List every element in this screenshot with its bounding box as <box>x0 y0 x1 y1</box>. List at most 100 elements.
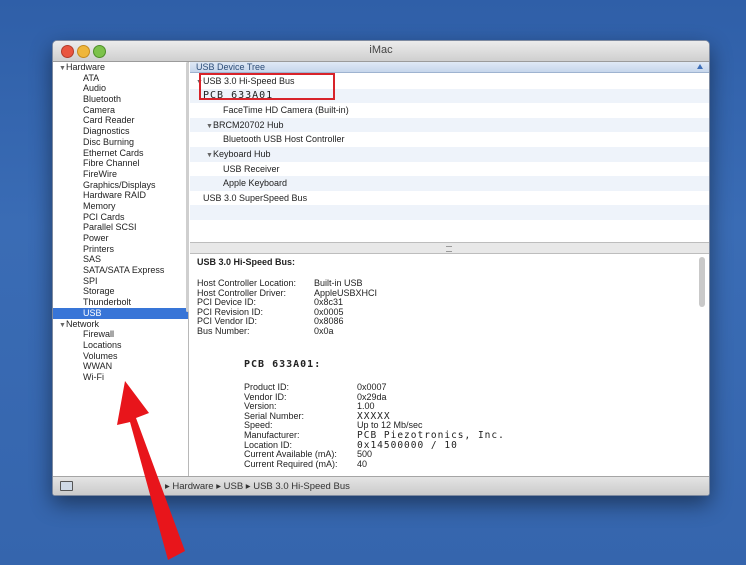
sidebar-item-label: Graphics/Displays <box>83 179 156 190</box>
sidebar-item-label: FireWire <box>83 168 117 179</box>
sidebar-item[interactable]: Wi-Fi <box>53 372 188 383</box>
title-bar[interactable]: iMac <box>53 41 709 62</box>
tree-row[interactable] <box>190 205 709 220</box>
breadcrumb: ▸ Hardware ▸ USB ▸ USB 3.0 Hi-Speed Bus <box>165 481 350 492</box>
sidebar-item[interactable]: Volumes <box>53 351 188 362</box>
sidebar-item[interactable]: Card Reader <box>53 115 188 126</box>
property-value: 0x14500000 / 10 <box>357 439 458 451</box>
sidebar-item-label: Firewall <box>83 329 115 340</box>
sidebar-item[interactable]: USB <box>53 307 188 319</box>
tree-row-label: USB 3.0 SuperSpeed Bus <box>203 192 308 203</box>
sidebar-item-label: Camera <box>83 104 116 115</box>
sidebar-item[interactable]: Thunderbolt <box>53 297 188 308</box>
tree-row[interactable]: Bluetooth USB Host Controller <box>190 132 709 147</box>
sidebar-item-label: Printers <box>83 243 115 254</box>
disclosure-triangle-icon[interactable]: ▼ <box>59 321 66 332</box>
tree-row[interactable]: USB 3.0 SuperSpeed Bus <box>190 191 709 206</box>
detail-scrollbar[interactable] <box>699 257 705 307</box>
sidebar-item-label: Parallel SCSI <box>83 222 137 233</box>
sidebar-item-label: Diagnostics <box>83 126 130 137</box>
sidebar-section-header[interactable]: ▼Network <box>53 319 188 330</box>
tree-row-label: BRCM20702 Hub <box>213 119 284 130</box>
sidebar-item-label: Storage <box>83 286 115 297</box>
system-information-window: iMac ▼Hardware ATA Audio Bluetooth Camera Car… <box>52 40 710 496</box>
tree-row-label: Keyboard Hub <box>213 148 271 159</box>
sidebar-scrollbar[interactable] <box>186 62 189 312</box>
split-divider[interactable] <box>190 242 709 254</box>
sidebar-item[interactable]: WWAN <box>53 361 188 372</box>
sidebar-item[interactable]: FireWire <box>53 169 188 180</box>
sidebar-item-label: Power <box>83 233 109 243</box>
sidebar-item[interactable]: Ethernet Cards <box>53 148 188 159</box>
sidebar-item[interactable]: Bluetooth <box>53 94 188 105</box>
sidebar-item-label: Ethernet Cards <box>83 147 144 158</box>
sidebar-item[interactable]: Graphics/Displays <box>53 180 188 191</box>
sidebar-item-label: SPI <box>83 275 98 286</box>
sidebar-item[interactable]: Storage <box>53 286 188 297</box>
annotation-highlight-box <box>199 73 335 100</box>
sidebar-item[interactable]: Disc Burning <box>53 137 188 148</box>
sidebar-item[interactable]: SAS <box>53 254 188 265</box>
tree-header-label: USB Device Tree <box>196 62 266 72</box>
sidebar-item[interactable]: Locations <box>53 340 188 351</box>
tree-row-label: FaceTime HD Camera (Built-in) <box>223 105 349 116</box>
sidebar-item[interactable]: Audio <box>53 83 188 94</box>
sidebar-item-label: WWAN <box>83 361 113 372</box>
sidebar-item[interactable]: SATA/SATA Express <box>53 265 188 276</box>
sidebar-item-label: Wi-Fi <box>83 371 104 382</box>
detail-title: USB 3.0 Hi-Speed Bus: <box>197 257 296 267</box>
tree-row-label: USB Receiver <box>223 163 280 174</box>
sidebar-item-label: Locations <box>83 339 122 350</box>
sidebar-item-label: SAS <box>83 254 102 265</box>
tree-row[interactable]: FaceTime HD Camera (Built-in) <box>190 103 709 118</box>
sidebar-item-label: Hardware <box>66 62 106 72</box>
sidebar-item[interactable]: Fibre Channel <box>53 158 188 169</box>
computer-icon <box>60 481 73 491</box>
sidebar-item[interactable]: Parallel SCSI <box>53 222 188 233</box>
tree-row[interactable]: USB Receiver <box>190 162 709 177</box>
tree-row[interactable] <box>190 220 709 235</box>
property-key: Current Required (mA): <box>244 458 338 469</box>
sidebar-item[interactable]: Hardware RAID <box>53 190 188 201</box>
sidebar-item[interactable]: Power <box>53 233 188 244</box>
sidebar-item-label: Network <box>66 318 100 329</box>
sidebar-item[interactable]: Printers <box>53 244 188 255</box>
property-value: 40 <box>357 458 368 469</box>
main-pane: USB Device Tree ▼USB 3.0 Hi-Speed Bus PCB… <box>190 62 709 476</box>
sidebar-item-label: USB <box>83 307 102 318</box>
sidebar-item-label: SATA/SATA Express <box>83 265 165 276</box>
sidebar-item[interactable]: PCI Cards <box>53 212 188 223</box>
sidebar-item-label: Memory <box>83 200 116 211</box>
sidebar-item[interactable]: ATA <box>53 73 188 84</box>
sidebar-item[interactable]: Firewall <box>53 329 188 340</box>
sidebar-item-label: Thunderbolt <box>83 297 132 308</box>
tree-row[interactable]: ▼BRCM20702 Hub <box>190 117 709 133</box>
tree-row[interactable]: ▼Keyboard Hub <box>190 146 709 162</box>
window-title: iMac <box>369 44 393 56</box>
sidebar-item-label: Audio <box>83 83 107 94</box>
tree-row[interactable]: Apple Keyboard <box>190 176 709 191</box>
status-bar: ▸ Hardware ▸ USB ▸ USB 3.0 Hi-Speed Bus <box>53 476 709 495</box>
sidebar-item-label: Volumes <box>83 350 118 361</box>
detail-pane: USB 3.0 Hi-Speed Bus: PCB 633A01: Host C… <box>190 255 709 476</box>
divider-grip-icon <box>446 246 452 252</box>
sidebar-item-label: Fibre Channel <box>83 158 140 169</box>
sidebar-item-label: Card Reader <box>83 115 135 126</box>
sidebar-item[interactable]: SPI <box>53 276 188 287</box>
tree-column-header[interactable]: USB Device Tree <box>190 62 709 73</box>
sidebar-item-label: Disc Burning <box>83 136 135 147</box>
disclosure-triangle-icon[interactable]: ▼ <box>59 64 66 75</box>
sidebar-item-label: Hardware RAID <box>83 190 147 201</box>
sidebar-item[interactable]: Camera <box>53 105 188 116</box>
sidebar-section-header[interactable]: ▼Hardware <box>53 62 188 73</box>
property-key: Bus Number: <box>197 326 250 336</box>
tree-row-label: Apple Keyboard <box>223 178 288 189</box>
device-title: PCB 633A01: <box>244 359 322 370</box>
sort-ascending-icon <box>697 64 703 69</box>
tree-row-label: Bluetooth USB Host Controller <box>223 134 345 145</box>
sidebar-item-label: PCI Cards <box>83 211 125 222</box>
sidebar-item-label: Bluetooth <box>83 94 122 105</box>
sidebar-item[interactable]: Diagnostics <box>53 126 188 137</box>
category-sidebar: ▼Hardware ATA Audio Bluetooth Camera Card Rea… <box>53 62 189 476</box>
sidebar-item[interactable]: Memory <box>53 201 188 212</box>
